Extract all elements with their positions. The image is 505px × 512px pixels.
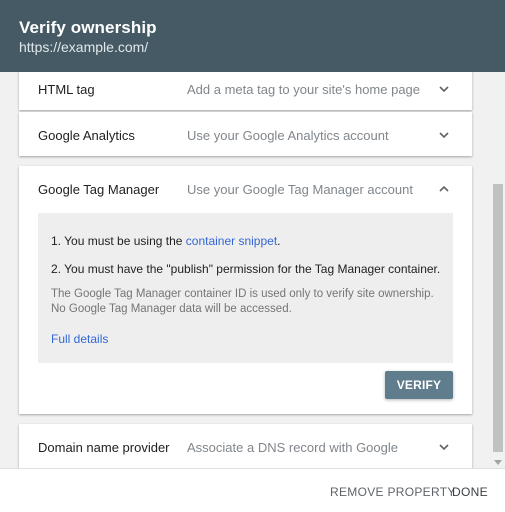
privacy-note: The Google Tag Manager container ID is u… [51, 288, 434, 315]
full-details-link[interactable]: Full details [51, 332, 108, 346]
method-label[interactable]: Google Tag Manager [38, 182, 159, 197]
method-google-tag-manager: Google Tag Manager Use your Google Tag M… [19, 166, 472, 414]
method-label: Domain name provider [38, 440, 170, 455]
methods-list: HTML tag Add a meta tag to your site's h… [0, 72, 505, 468]
dialog-footer: REMOVE PROPERTY DONE [0, 468, 505, 512]
dialog-title: Verify ownership [19, 18, 157, 37]
method-google-analytics[interactable]: Google Analytics Use your Google Analyti… [19, 112, 472, 156]
step-1-text: 1. You must be using the [51, 234, 186, 248]
step-1-suffix: . [277, 234, 281, 248]
done-button[interactable]: DONE [452, 485, 488, 499]
step-1: 1. You must be using the container snipp… [51, 234, 281, 248]
scrollbar[interactable] [491, 72, 505, 468]
verify-button[interactable]: VERIFY [385, 371, 453, 399]
chevron-down-icon[interactable] [437, 440, 451, 454]
scroll-down-arrow-icon[interactable] [494, 460, 502, 465]
chevron-up-icon[interactable] [437, 182, 451, 196]
scrollbar-thumb[interactable] [493, 184, 503, 452]
chevron-down-icon[interactable] [437, 82, 451, 96]
remove-property-button[interactable]: REMOVE PROPERTY [330, 485, 456, 499]
method-description: Use your Google Analytics account [187, 128, 389, 143]
method-description: Associate a DNS record with Google [187, 440, 398, 455]
method-domain-name-provider[interactable]: Domain name provider Associate a DNS rec… [19, 424, 472, 468]
method-description: Add a meta tag to your site's home page [187, 82, 421, 97]
property-url: https://example.com/ [19, 39, 149, 55]
method-description: Use your Google Tag Manager account [187, 182, 413, 197]
method-label: Google Analytics [38, 128, 135, 143]
chevron-down-icon[interactable] [437, 128, 451, 142]
gtm-instructions: 1. You must be using the container snipp… [38, 213, 453, 363]
dialog-header: Verify ownership https://example.com/ [0, 0, 505, 72]
step-2: 2. You must have the "publish" permissio… [51, 262, 441, 276]
container-snippet-link[interactable]: container snippet [186, 234, 277, 248]
method-html-tag[interactable]: HTML tag Add a meta tag to your site's h… [19, 72, 472, 110]
method-label: HTML tag [38, 82, 95, 97]
